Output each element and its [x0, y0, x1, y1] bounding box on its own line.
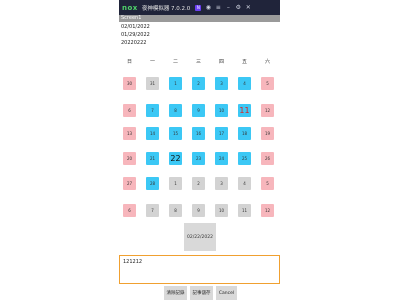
- calendar-day-cell[interactable]: 8: [169, 104, 182, 117]
- save-note-button[interactable]: 記事儲存: [190, 286, 213, 300]
- calendar-day-cell[interactable]: 21: [146, 152, 159, 165]
- calendar-day-cell[interactable]: 26: [261, 152, 274, 165]
- calendar-day-cell[interactable]: 5: [261, 77, 274, 90]
- calendar-day-cell[interactable]: 31: [146, 77, 159, 90]
- weekday-label: 五: [241, 59, 247, 65]
- calendar-day-cell[interactable]: 12: [261, 104, 274, 117]
- calendar-day-cell[interactable]: 27: [123, 177, 136, 190]
- calendar-day-cell[interactable]: 7: [146, 104, 159, 117]
- weekday-label: 日: [126, 59, 132, 65]
- emulator-titlebar: nox 夜神模拟器 7.0.2.0 N ◉ ≡ – ⚙ ✕: [119, 0, 280, 15]
- calendar-day-cell[interactable]: 18: [238, 127, 251, 140]
- calendar-day-cell[interactable]: 12: [261, 204, 274, 217]
- minimize-icon[interactable]: –: [225, 4, 231, 11]
- calendar-day-cell[interactable]: 7: [146, 204, 159, 217]
- date-label-1: 02/01/2022: [121, 24, 150, 30]
- calendar-day-cell[interactable]: 10: [215, 204, 228, 217]
- calendar-day-cell[interactable]: 2: [192, 77, 205, 90]
- window-title: 夜神模拟器 7.0.2.0: [141, 5, 191, 12]
- calendar-day-cell[interactable]: 16: [192, 127, 205, 140]
- calendar-day-cell[interactable]: 13: [123, 127, 136, 140]
- calendar-day-cell[interactable]: 2: [192, 177, 205, 190]
- calendar-day-cell[interactable]: 24: [215, 152, 228, 165]
- calendar-day-cell[interactable]: 22: [169, 152, 182, 165]
- calendar-day-cell[interactable]: 3: [215, 77, 228, 90]
- weekday-label: 三: [195, 59, 201, 65]
- close-icon[interactable]: ✕: [245, 4, 251, 11]
- weekday-label: 二: [172, 59, 178, 65]
- calendar-day-cell[interactable]: 1: [169, 177, 182, 190]
- app-icon[interactable]: N: [195, 4, 202, 11]
- calendar-day-cell[interactable]: 20: [123, 152, 136, 165]
- weekday-label: 四: [218, 59, 224, 65]
- menu-icon[interactable]: ≡: [215, 4, 221, 11]
- calendar-day-cell[interactable]: 17: [215, 127, 228, 140]
- selected-date-button[interactable]: 02/22/2022: [184, 223, 216, 251]
- calendar-day-cell[interactable]: 8: [169, 204, 182, 217]
- calendar-day-cell[interactable]: 6: [123, 204, 136, 217]
- note-input[interactable]: 121212: [119, 255, 280, 284]
- calendar-day-cell[interactable]: 3: [215, 177, 228, 190]
- calendar-day-cell[interactable]: 11: [238, 204, 251, 217]
- calendar-day-cell[interactable]: 14: [146, 127, 159, 140]
- screen-title-bar: Screen1: [119, 15, 280, 22]
- calendar-day-cell[interactable]: 5: [261, 177, 274, 190]
- calendar-day-cell[interactable]: 9: [192, 204, 205, 217]
- calendar-day-cell[interactable]: 30: [123, 77, 136, 90]
- cancel-button[interactable]: Cancel: [216, 286, 237, 300]
- user-icon[interactable]: ◉: [205, 4, 211, 11]
- calendar-day-cell[interactable]: 6: [123, 104, 136, 117]
- date-label-2: 01/29/2022: [121, 32, 150, 38]
- date-label-3: 20220222: [121, 40, 147, 46]
- calendar-day-cell[interactable]: 4: [238, 177, 251, 190]
- titlebar-icons: N ◉ ≡ – ⚙ ✕: [195, 4, 251, 11]
- calendar-day-cell[interactable]: 11: [238, 104, 251, 117]
- weekday-label: 六: [264, 59, 270, 65]
- calendar-day-cell[interactable]: 15: [169, 127, 182, 140]
- calendar-day-cell[interactable]: 25: [238, 152, 251, 165]
- calendar-day-cell[interactable]: 10: [215, 104, 228, 117]
- clear-record-button[interactable]: 清除記錄: [164, 286, 187, 300]
- calendar-day-cell[interactable]: 19: [261, 127, 274, 140]
- weekday-label: 一: [149, 59, 155, 65]
- settings-icon[interactable]: ⚙: [235, 4, 241, 11]
- calendar-day-cell[interactable]: 1: [169, 77, 182, 90]
- app-content: 02/01/2022 01/29/2022 20220222 日 一 二 三 四 五 六 3…: [119, 22, 280, 300]
- calendar-day-cell[interactable]: 4: [238, 77, 251, 90]
- calendar-day-cell[interactable]: 23: [192, 152, 205, 165]
- nox-logo: nox: [122, 3, 138, 12]
- calendar-day-cell[interactable]: 28: [146, 177, 159, 190]
- emulator-window: nox 夜神模拟器 7.0.2.0 N ◉ ≡ – ⚙ ✕ Screen1 02…: [0, 0, 400, 300]
- calendar-day-cell[interactable]: 9: [192, 104, 205, 117]
